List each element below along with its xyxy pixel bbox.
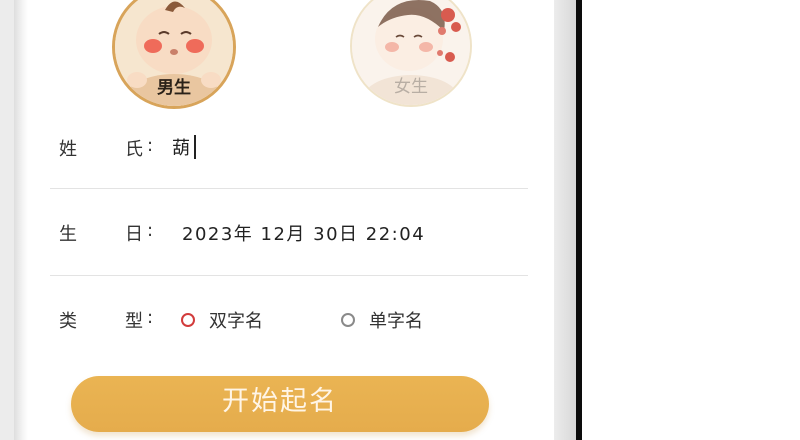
radio-unselected-icon [341, 313, 355, 327]
girl-label: 女生 [394, 77, 428, 97]
radio-single-name[interactable]: 单字名 [341, 307, 423, 333]
type-label-char-1: 类 [59, 311, 77, 332]
divider-1 [50, 188, 528, 189]
outside-area [582, 0, 800, 440]
radio-selected-icon [181, 313, 195, 327]
left-gutter [0, 0, 14, 440]
start-naming-button[interactable]: 开始起名 [71, 376, 489, 432]
birthday-label-colon: : [147, 220, 154, 241]
divider-2 [50, 275, 528, 276]
gender-option-boy[interactable]: 男生 [112, 0, 236, 109]
right-shadow [554, 0, 576, 440]
surname-label-char-1: 姓 [59, 139, 77, 160]
surname-input[interactable] [172, 134, 472, 160]
radio-double-name[interactable]: 双字名 [181, 307, 263, 333]
surname-label-char-2: 氏 [125, 139, 143, 160]
birthday-row: 生 日 : 2023年 12月 30日 22:04 [50, 213, 528, 253]
text-caret [194, 135, 196, 159]
type-label-colon: : [147, 307, 154, 328]
surname-label-colon: : [147, 135, 154, 156]
radio-double-name-label: 双字名 [209, 311, 263, 332]
name-type-row: 类 型 : 双字名 单字名 [50, 300, 528, 340]
radio-single-name-label: 单字名 [369, 311, 423, 332]
gender-option-girl[interactable]: 女生 [350, 0, 472, 107]
birthday-label-char-2: 日 [125, 224, 143, 245]
birthday-picker[interactable]: 2023年 12月 30日 22:04 [182, 220, 425, 246]
type-label-char-2: 型 [125, 311, 143, 332]
boy-label: 男生 [157, 78, 191, 98]
surname-row: 姓 氏 : [50, 128, 528, 168]
left-shadow [14, 0, 28, 440]
birthday-label-char-1: 生 [59, 224, 77, 245]
